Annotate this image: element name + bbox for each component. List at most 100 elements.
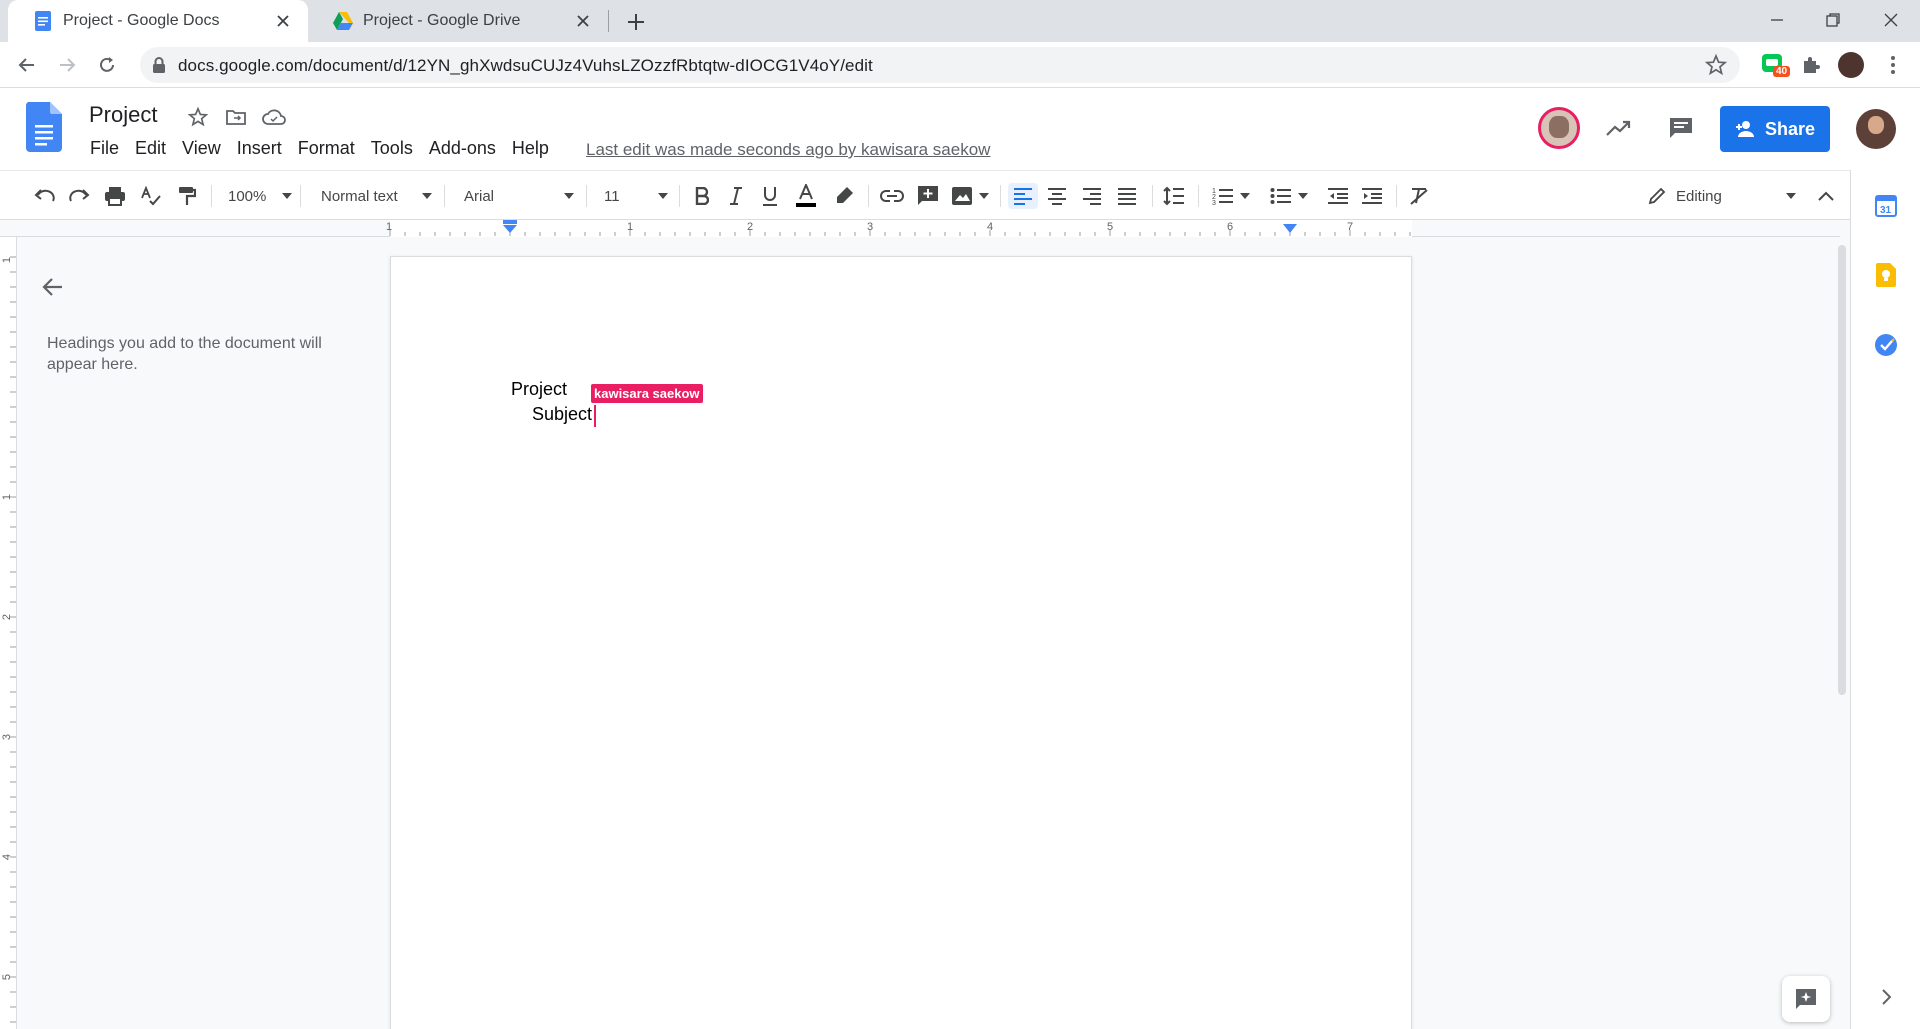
paragraph-style-select[interactable]: Normal text (312, 183, 432, 209)
move-folder-icon[interactable] (224, 105, 248, 129)
numbered-list-button[interactable]: 123 (1208, 183, 1254, 209)
google-docs-logo-icon[interactable] (26, 102, 62, 152)
browser-tab-strip: Project - Google Docs Project - Google D… (0, 0, 1920, 42)
numbered-list-icon: 123 (1212, 188, 1233, 206)
vertical-ruler[interactable]: 1 1 2 3 4 5 (0, 237, 17, 1029)
tab-google-drive[interactable]: Project - Google Drive (308, 0, 608, 42)
last-edit-link[interactable]: Last edit was made seconds ago by kawisa… (586, 140, 990, 160)
tab-google-docs[interactable]: Project - Google Docs (8, 0, 308, 42)
underline-button[interactable] (758, 183, 782, 209)
image-icon (952, 187, 972, 205)
minimize-button[interactable] (1758, 4, 1796, 36)
toolbar-divider (1198, 185, 1199, 207)
back-button[interactable] (12, 50, 42, 80)
insert-link-button[interactable] (878, 183, 906, 209)
left-indent-marker-icon[interactable] (502, 220, 518, 234)
expand-side-panel-icon[interactable] (1871, 982, 1901, 1012)
hide-menus-button[interactable] (1812, 183, 1840, 209)
document-line-subject[interactable]: Subject (532, 404, 592, 425)
justify-button[interactable] (1113, 183, 1141, 209)
tab-close-icon[interactable] (572, 10, 594, 32)
bold-button[interactable] (690, 183, 714, 209)
clear-formatting-button[interactable] (1405, 183, 1433, 209)
menu-help[interactable]: Help (504, 138, 557, 159)
menu-tools[interactable]: Tools (363, 138, 421, 159)
restore-button[interactable] (1814, 4, 1852, 36)
document-scrollbar[interactable] (1834, 237, 1850, 1029)
vruler-number: 1 (1, 256, 14, 264)
chrome-menu-button[interactable] (1878, 50, 1908, 80)
caret-down-icon (658, 193, 668, 199)
toolbar-divider (444, 185, 445, 207)
document-page[interactable]: Project Subject kawisara saekow (390, 256, 1412, 1029)
print-button[interactable] (101, 183, 129, 209)
lock-icon (153, 57, 165, 73)
increase-indent-button[interactable] (1358, 183, 1386, 209)
cloud-saved-icon[interactable] (262, 105, 286, 129)
indent-increase-icon (1362, 188, 1382, 204)
line-extension[interactable]: 40 (1758, 50, 1791, 80)
explore-button[interactable] (1782, 976, 1830, 1022)
text-color-button[interactable] (792, 183, 820, 209)
ruler-number: 2 (747, 221, 754, 233)
keep-icon[interactable] (1871, 260, 1901, 290)
add-comment-button[interactable] (914, 183, 942, 209)
redo-button[interactable] (66, 183, 94, 209)
line-spacing-button[interactable] (1160, 183, 1188, 209)
ruler-number: 1 (386, 221, 393, 233)
editing-mode-select[interactable]: Editing (1646, 183, 1796, 209)
address-bar[interactable]: docs.google.com/document/d/12YN_ghXwdsuC… (140, 47, 1740, 83)
reload-button[interactable] (92, 50, 122, 80)
menu-edit[interactable]: Edit (127, 138, 174, 159)
menu-insert[interactable]: Insert (229, 138, 290, 159)
menu-add-ons[interactable]: Add-ons (421, 138, 504, 159)
right-indent-marker-icon[interactable] (1282, 224, 1298, 234)
align-center-button[interactable] (1043, 183, 1071, 209)
document-title[interactable]: Project (89, 102, 157, 128)
undo-button[interactable] (30, 183, 58, 209)
menu-format[interactable]: Format (290, 138, 363, 159)
comments-icon[interactable] (1666, 113, 1696, 143)
new-tab-button[interactable] (622, 8, 650, 36)
insert-image-button[interactable] (948, 183, 992, 209)
ruler-number: 7 (1347, 221, 1354, 233)
user-avatar[interactable] (1856, 109, 1896, 149)
undo-icon (34, 189, 55, 202)
bulleted-list-button[interactable] (1266, 183, 1312, 209)
line-spacing-icon (1163, 186, 1184, 206)
align-right-button[interactable] (1078, 183, 1106, 209)
italic-button[interactable] (724, 183, 748, 209)
close-window-button[interactable] (1872, 4, 1910, 36)
bookmark-star-icon[interactable] (1704, 53, 1728, 77)
tab-close-icon[interactable] (272, 10, 294, 32)
highlight-color-button[interactable] (830, 183, 858, 209)
font-select[interactable]: Arial (456, 183, 574, 209)
menu-bar: File Edit View Insert Format Tools Add-o… (82, 138, 557, 159)
activity-dashboard-icon[interactable] (1604, 113, 1634, 143)
tasks-icon[interactable] (1871, 330, 1901, 360)
spellcheck-button[interactable] (137, 183, 165, 209)
document-line-project[interactable]: Project (511, 379, 567, 400)
paint-format-button[interactable] (173, 183, 201, 209)
menu-file[interactable]: File (82, 138, 127, 159)
horizontal-ruler[interactable]: 1 1 2 3 4 5 6 7 (0, 220, 1840, 237)
close-outline-arrow-icon[interactable] (40, 274, 66, 300)
scrollbar-thumb[interactable] (1838, 245, 1846, 695)
align-left-button[interactable] (1008, 183, 1038, 209)
profile-button[interactable] (1836, 50, 1866, 80)
share-button[interactable]: Share (1720, 106, 1830, 152)
zoom-value: 100% (228, 187, 267, 205)
decrease-indent-button[interactable] (1324, 183, 1352, 209)
italic-icon (730, 187, 742, 205)
collaborator-avatar[interactable] (1538, 107, 1580, 149)
font-size-select[interactable]: 11 (598, 183, 668, 209)
forward-button[interactable] (52, 50, 82, 80)
extensions-button[interactable] (1796, 50, 1826, 80)
browser-toolbar: docs.google.com/document/d/12YN_ghXwdsuC… (0, 42, 1920, 88)
menu-view[interactable]: View (174, 138, 229, 159)
star-icon[interactable] (186, 105, 210, 129)
calendar-icon[interactable]: 31 (1871, 190, 1901, 220)
zoom-select[interactable]: 100% (222, 183, 292, 209)
ruler-number: 5 (1107, 221, 1114, 233)
side-panel: 31 (1850, 170, 1920, 1029)
